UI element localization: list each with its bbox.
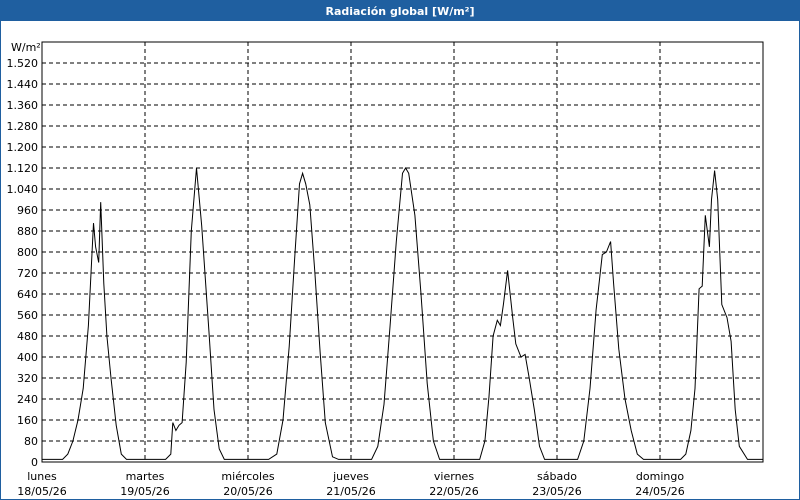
y-tick-label: 480 <box>17 330 38 343</box>
x-tick-date: 21/05/26 <box>326 485 375 498</box>
x-tick-date: 18/05/26 <box>17 485 66 498</box>
x-tick-day: miércoles <box>221 470 274 483</box>
y-axis-ticks: 0 80 160 240 320 400 480 560 640 720 800 880 960 1.04… <box>7 57 39 469</box>
series-line <box>42 167 763 460</box>
y-tick-label: 1.200 <box>7 141 39 154</box>
y-tick-label: 160 <box>17 414 38 427</box>
x-tick-date: 24/05/26 <box>635 485 684 498</box>
x-tick-day: domingo <box>636 470 684 483</box>
x-tick-date: 19/05/26 <box>120 485 169 498</box>
y-tick-label: 1.120 <box>7 162 39 175</box>
y-tick-label: 560 <box>17 309 38 322</box>
y-tick-label: 400 <box>17 351 38 364</box>
y-tick-label: 0 <box>31 456 38 469</box>
y-tick-label: 320 <box>17 372 38 385</box>
series-group <box>42 167 763 460</box>
x-tick-date: 23/05/26 <box>532 485 581 498</box>
x-tick-day: sábado <box>537 470 577 483</box>
x-tick-day: viernes <box>434 470 474 483</box>
x-axis-ticks: lunes 18/05/26 martes 19/05/26 miércoles 20/0… <box>17 470 684 498</box>
y-tick-label: 1.280 <box>7 120 39 133</box>
y-tick-label: 960 <box>17 204 38 217</box>
y-tick-label: 80 <box>24 435 38 448</box>
y-tick-label: 720 <box>17 267 38 280</box>
x-tick-date: 22/05/26 <box>429 485 478 498</box>
y-tick-label: 1.360 <box>7 99 39 112</box>
y-tick-label: 1.040 <box>7 183 39 196</box>
x-tick-day: martes <box>126 470 165 483</box>
chart-window: Radiación global [W/m²] 0 80 160 240 320 400 4… <box>0 0 800 500</box>
grid-lines <box>42 42 763 462</box>
y-tick-label: 800 <box>17 246 38 259</box>
x-tick-day: jueves <box>332 470 369 483</box>
y-axis-label: W/m² <box>11 41 41 54</box>
y-tick-label: 1.520 <box>7 57 39 70</box>
y-tick-label: 240 <box>17 393 38 406</box>
x-tick-day: lunes <box>27 470 57 483</box>
radiation-chart: 0 80 160 240 320 400 480 560 640 720 800 880 960 1.04… <box>7 41 764 498</box>
window-title: Radiación global [W/m²] <box>1 1 799 21</box>
y-tick-label: 1.440 <box>7 78 39 91</box>
y-tick-label: 640 <box>17 288 38 301</box>
x-tick-date: 20/05/26 <box>223 485 272 498</box>
y-tick-label: 880 <box>17 225 38 238</box>
